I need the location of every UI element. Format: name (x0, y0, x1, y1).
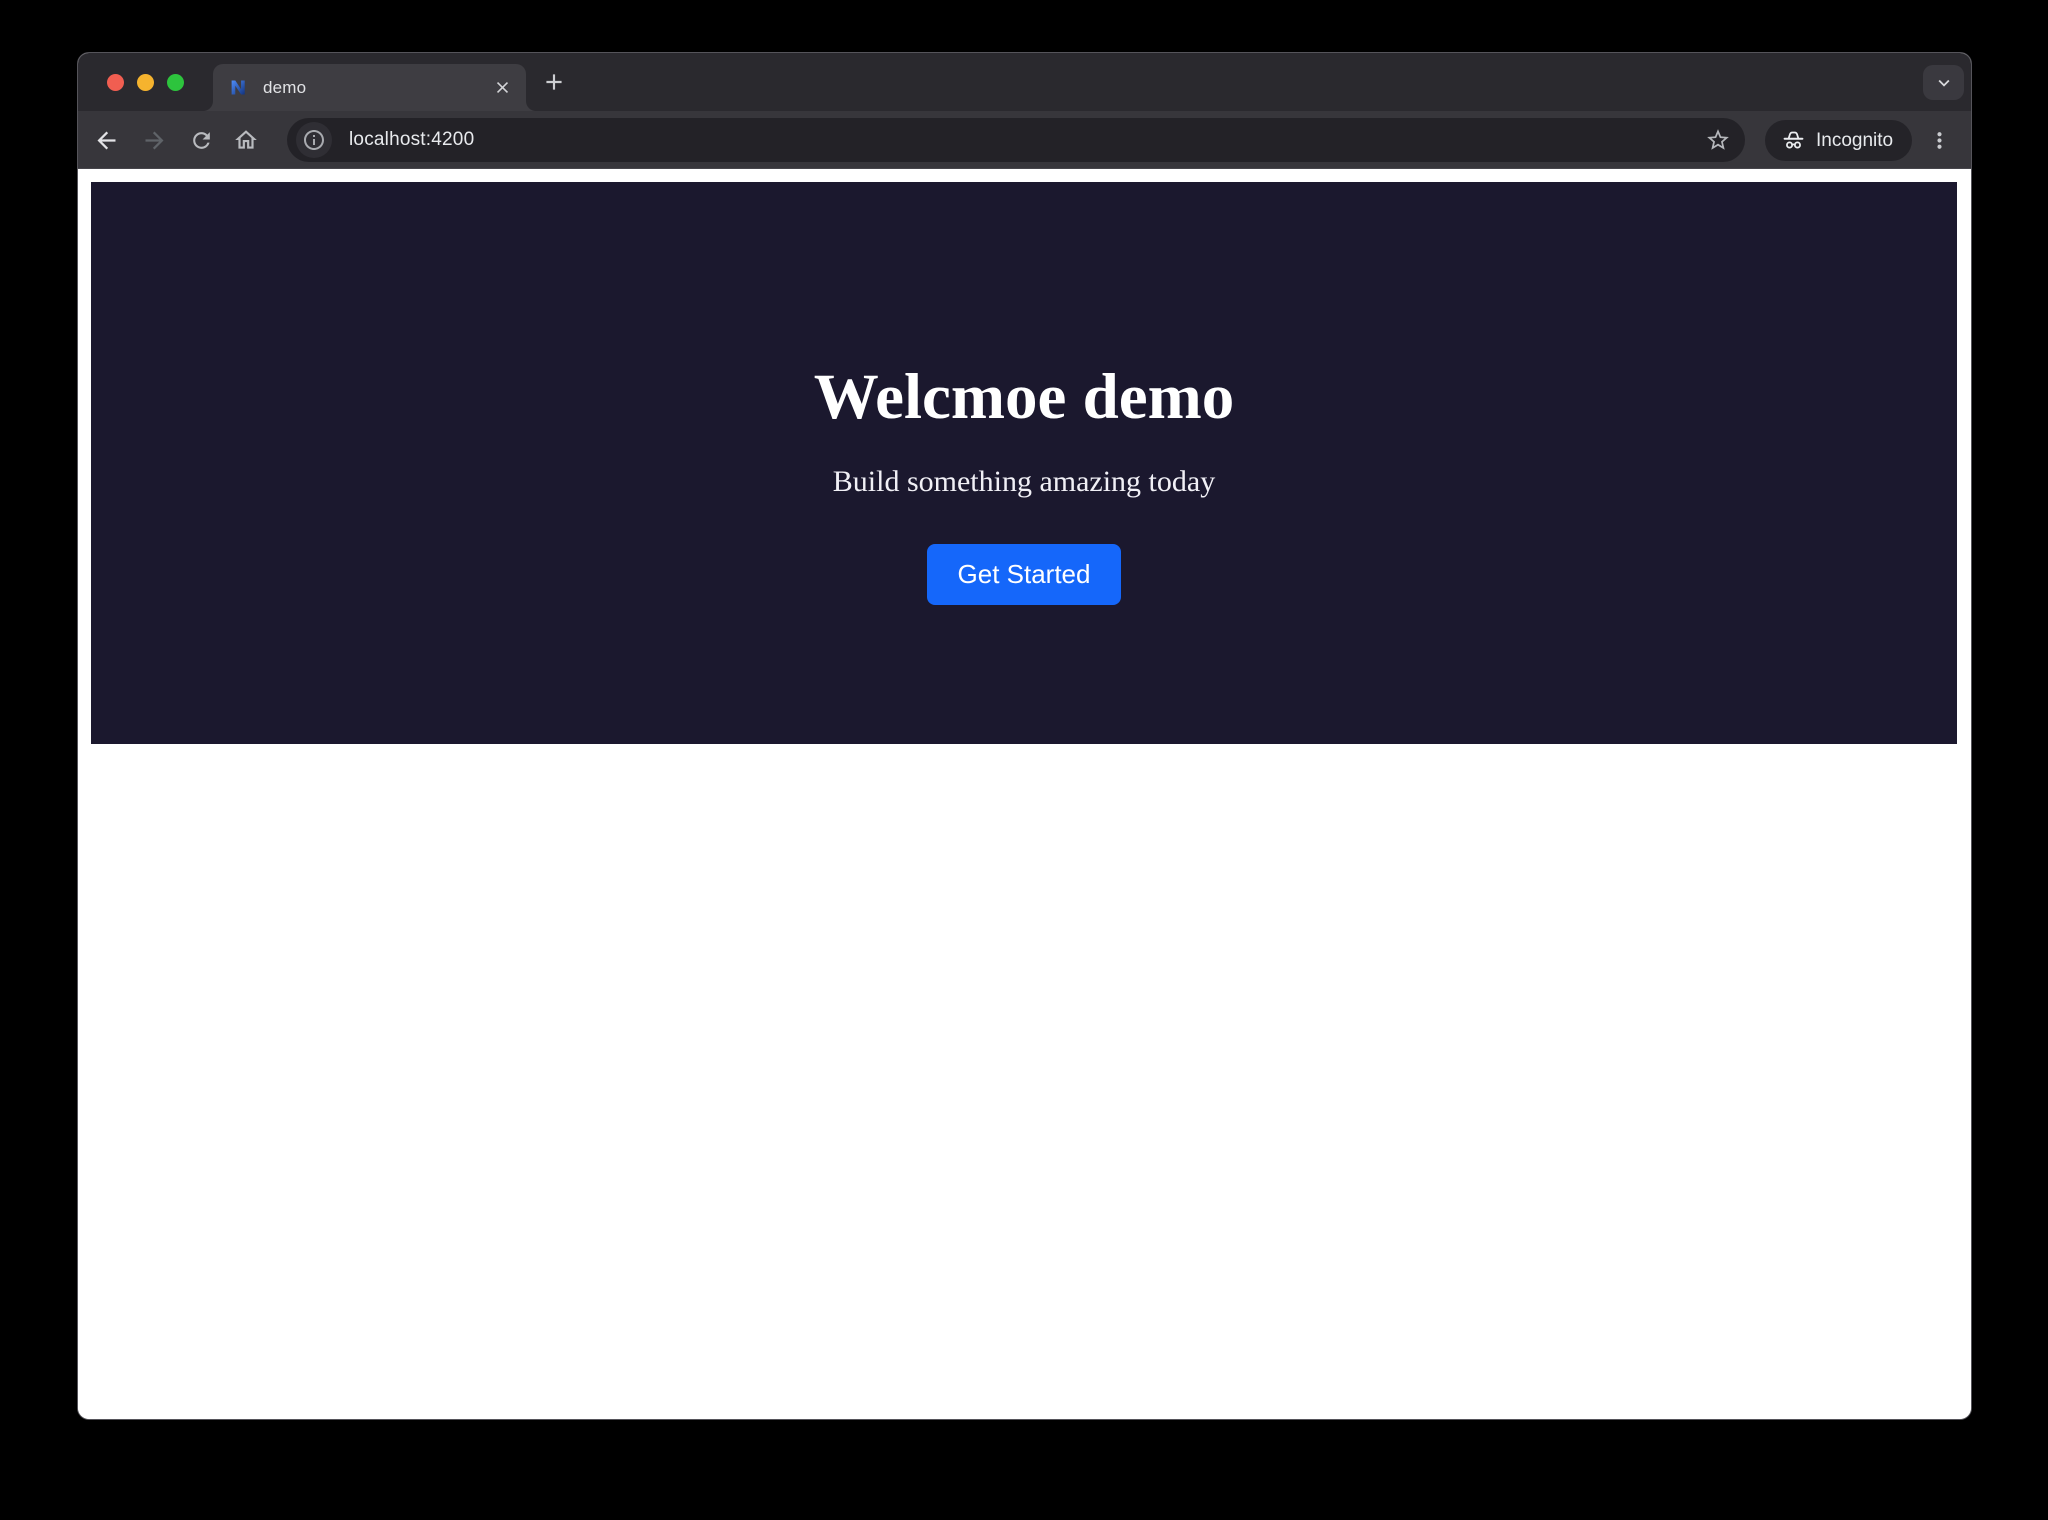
back-button[interactable] (91, 125, 121, 155)
browser-tab[interactable]: demo (213, 64, 526, 111)
tab-title: demo (263, 78, 491, 98)
browser-window: demo (77, 52, 1972, 1420)
browser-toolbar: localhost:4200 Incognito (78, 111, 1971, 169)
tab-close-icon[interactable] (491, 77, 513, 99)
get-started-button[interactable]: Get Started (927, 544, 1122, 605)
traffic-light-minimize-button[interactable] (137, 74, 154, 91)
incognito-icon (1781, 128, 1806, 153)
page-content: Welcmoe demo Build something amazing tod… (78, 169, 1971, 1419)
forward-button[interactable] (139, 125, 169, 155)
incognito-label: Incognito (1816, 130, 1893, 152)
window-controls (107, 74, 184, 91)
tab-curve-right (526, 101, 536, 111)
browser-menu-button[interactable] (1924, 125, 1954, 155)
url-text[interactable]: localhost:4200 (349, 129, 474, 151)
reload-button[interactable] (186, 125, 216, 155)
three-dot-menu-icon (1927, 128, 1952, 153)
new-tab-button[interactable] (537, 65, 571, 99)
forward-arrow-icon (141, 127, 168, 154)
hero-subtitle: Build something amazing today (833, 465, 1215, 499)
incognito-badge: Incognito (1765, 120, 1912, 161)
address-bar[interactable]: localhost:4200 (287, 118, 1745, 162)
tab-strip: demo (78, 53, 1971, 111)
bookmark-star-button[interactable] (1705, 127, 1731, 153)
hero-section: Welcmoe demo Build something amazing tod… (91, 182, 1957, 744)
tab-favicon-icon (229, 77, 250, 98)
tab-curve-left (203, 101, 213, 111)
tab-search-button[interactable] (1923, 65, 1964, 100)
chevron-down-icon (1933, 72, 1955, 94)
back-arrow-icon (93, 127, 120, 154)
home-button[interactable] (231, 125, 261, 155)
site-info-button[interactable] (296, 122, 332, 158)
info-icon (302, 128, 326, 152)
traffic-light-close-button[interactable] (107, 74, 124, 91)
reload-icon (189, 128, 214, 153)
hero-title: Welcmoe demo (814, 360, 1235, 435)
star-icon (1705, 127, 1731, 153)
traffic-light-zoom-button[interactable] (167, 74, 184, 91)
home-icon (233, 127, 259, 153)
